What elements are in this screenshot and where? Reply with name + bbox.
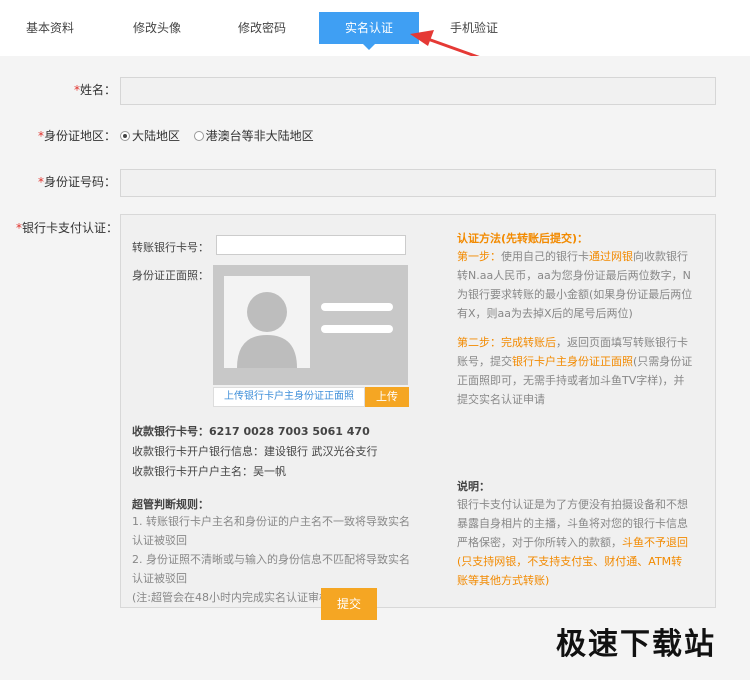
receiving-account-name: 收款银行卡开户户主名：吴一帆 — [132, 465, 286, 478]
radio-mainland[interactable] — [120, 131, 130, 141]
receiving-bank-info: 收款银行卡开户银行信息：建设银行 武汉光谷支行 — [132, 445, 378, 458]
id-card-icon — [224, 276, 393, 368]
id-number-label: *身份证号码： — [37, 175, 116, 189]
method-step-one: 第一步：使用自己的银行卡通过网银向收款银行 转N.aa人民币，aa为您身份证最后… — [457, 250, 693, 320]
form-panel: *姓名： *身份证地区： 大陆地区 港澳台等非大陆地区 *身份证号码： *银行卡… — [0, 56, 750, 680]
region-radio-group: 大陆地区 港澳台等非大陆地区 — [120, 127, 314, 144]
name-label: *姓名： — [73, 83, 116, 97]
transfer-card-label: 转账银行卡号： — [132, 241, 209, 254]
name-input[interactable] — [120, 77, 716, 105]
rules-title: 超管判断规则： — [132, 498, 209, 511]
receiving-card-number: 收款银行卡号：6217 0028 7003 5061 470 — [132, 425, 370, 438]
watermark-logo: 极速下载站 — [556, 627, 716, 662]
id-card-placeholder — [213, 265, 408, 385]
id-number-input[interactable] — [120, 169, 716, 197]
upload-button[interactable]: 上传 — [365, 387, 409, 407]
bank-auth-label: *银行卡支付认证： — [15, 221, 118, 235]
id-photo-label: 身份证正面照： — [132, 269, 209, 282]
note-text: 银行卡支付认证是为了方便没有拍摄设备和不想 暴露自身相片的主播，斗鱼将对您的银行… — [457, 498, 688, 587]
upload-hint[interactable]: 上传银行卡户主身份证正面照 — [213, 387, 365, 407]
radio-hk-mo-tw[interactable] — [193, 131, 204, 141]
submit-button[interactable]: 提交 — [321, 588, 377, 620]
note-title: 说明： — [457, 480, 490, 493]
method-title: 认证方法(先转账后提交)： — [457, 232, 589, 245]
id-region-label: *身份证地区： — [37, 129, 116, 143]
method-step-two: 第二步：完成转账后，返回页面填写转账银行卡 账号，提交银行卡户主身份证正面照(只… — [457, 336, 693, 406]
transfer-card-input[interactable] — [216, 235, 406, 255]
bank-auth-box: 转账银行卡号： 身份证正面照： 上传银行卡户主身份证正面照 上传 收款银行卡号：… — [120, 214, 716, 608]
